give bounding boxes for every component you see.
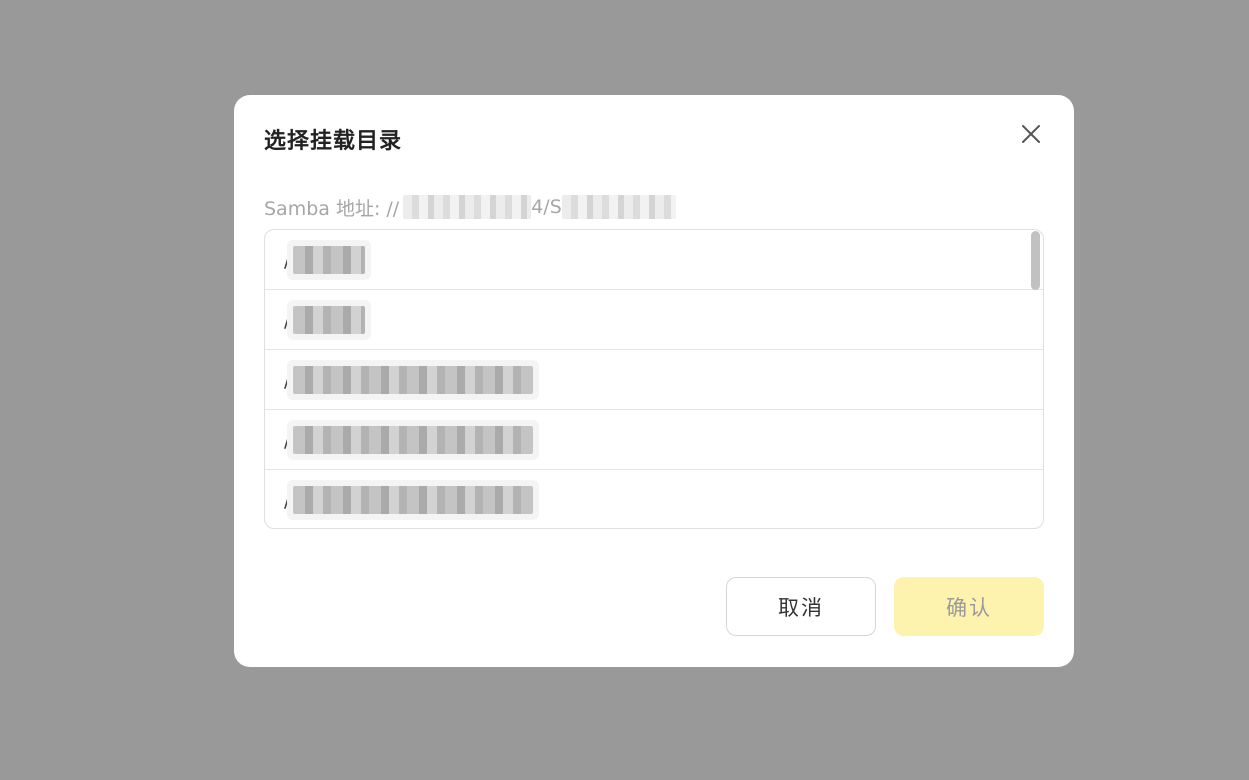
redacted-directory-name [292, 305, 365, 334]
directory-item[interactable]: / [265, 470, 1043, 528]
dialog-title: 选择挂载目录 [264, 129, 403, 154]
redacted-host [403, 195, 532, 219]
redacted-share [561, 195, 676, 219]
directory-item[interactable]: / [265, 350, 1043, 410]
samba-address: Samba 地址: // 4/S [264, 192, 676, 222]
redacted-directory-name [292, 485, 533, 514]
redacted-directory-name [292, 245, 365, 274]
samba-address-fragment: 4/S [531, 196, 562, 218]
list-scrollbar[interactable] [1031, 231, 1040, 290]
directory-item[interactable]: / [265, 410, 1043, 470]
directory-item[interactable]: / [265, 230, 1043, 290]
directory-list[interactable]: / / / / / [264, 229, 1044, 529]
redacted-directory-name [292, 365, 533, 394]
close-icon [1022, 125, 1040, 143]
directory-prefix: / [284, 487, 291, 512]
confirm-button[interactable]: 确认 [894, 577, 1044, 636]
directory-prefix: / [284, 367, 291, 392]
close-button[interactable] [1018, 121, 1044, 147]
mount-directory-dialog: 选择挂载目录 Samba 地址: // 4/S / / / / / 取消 确认 [234, 95, 1074, 667]
samba-address-label: Samba 地址: // [264, 197, 400, 220]
redacted-directory-name [292, 425, 533, 454]
directory-prefix: / [284, 307, 291, 332]
directory-prefix: / [284, 427, 291, 452]
cancel-button[interactable]: 取消 [726, 577, 876, 636]
directory-item[interactable]: / [265, 290, 1043, 350]
directory-prefix: / [284, 247, 291, 272]
